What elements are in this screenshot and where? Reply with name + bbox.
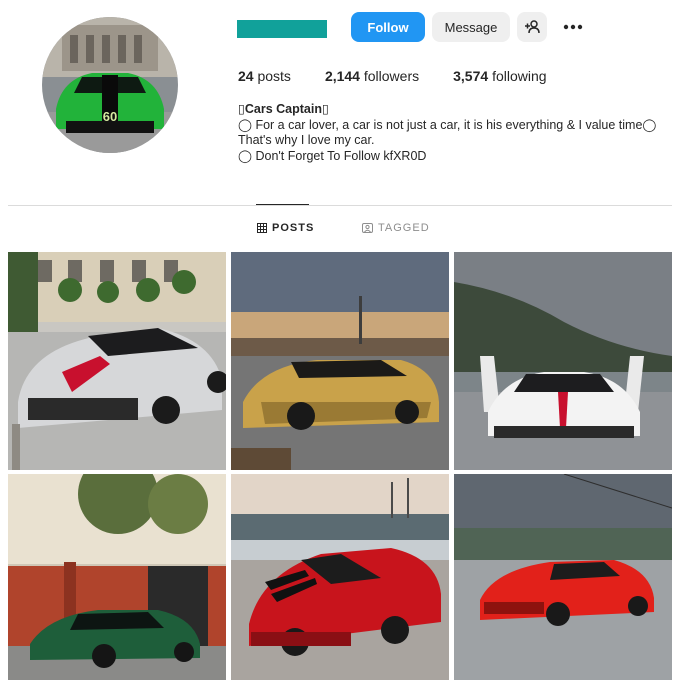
posts-count: 24 <box>238 68 254 84</box>
post-image <box>454 474 672 680</box>
active-tab-indicator <box>256 204 309 205</box>
profile-bio: ▯Cars Captain▯ ◯ For a car lover, a car … <box>238 102 678 164</box>
tab-tagged-label: TAGGED <box>378 222 430 234</box>
more-dots-icon <box>563 24 583 30</box>
bio-line-2: That's why I love my car. <box>238 133 375 147</box>
post-thumbnail[interactable] <box>454 252 672 470</box>
post-thumbnail[interactable] <box>8 252 226 470</box>
message-button[interactable]: Message <box>432 12 510 42</box>
tagged-icon <box>362 223 373 233</box>
profile-avatar[interactable]: 60 <box>42 17 178 153</box>
tab-posts[interactable]: POSTS <box>257 222 314 234</box>
post-thumbnail[interactable] <box>231 252 449 470</box>
post-thumbnail[interactable] <box>8 474 226 680</box>
suggested-users-button[interactable] <box>517 12 547 42</box>
post-image <box>8 252 226 470</box>
grid-icon <box>257 223 267 233</box>
add-person-icon <box>525 20 540 34</box>
following-count: 3,574 <box>453 68 489 84</box>
post-image <box>454 252 672 470</box>
post-thumbnail[interactable] <box>454 474 672 680</box>
post-image <box>231 474 449 680</box>
post-thumbnail[interactable] <box>231 474 449 680</box>
post-image <box>231 252 449 470</box>
post-image <box>8 474 226 680</box>
more-options-button[interactable] <box>558 12 588 42</box>
following-stat-label: following <box>492 68 547 84</box>
posts-grid <box>8 252 672 680</box>
bio-line-1: ◯ For a car lover, a car is not just a c… <box>238 117 657 132</box>
username-redacted <box>237 20 327 38</box>
profile-stats: 24 posts 2,144 followers 3,574 following <box>238 68 581 84</box>
tabs-divider <box>8 205 672 206</box>
follow-button[interactable]: Follow <box>351 12 425 42</box>
tab-posts-label: POSTS <box>272 222 315 234</box>
followers-stat-label: followers <box>363 68 420 84</box>
following-stat[interactable]: 3,574 following <box>453 68 546 84</box>
followers-count: 2,144 <box>324 68 360 84</box>
profile-name: ▯Cars Captain▯ <box>238 102 329 116</box>
bio-line-3: ◯ Don't Forget To Follow kfXR0D <box>238 148 427 163</box>
avatar-image: 60 <box>42 17 178 153</box>
posts-stat-label: posts <box>257 68 291 84</box>
tab-tagged[interactable]: TAGGED <box>362 222 430 234</box>
followers-stat[interactable]: 2,144 followers <box>325 68 419 84</box>
posts-stat: 24 posts <box>238 68 291 84</box>
svg-text:60: 60 <box>103 109 117 124</box>
